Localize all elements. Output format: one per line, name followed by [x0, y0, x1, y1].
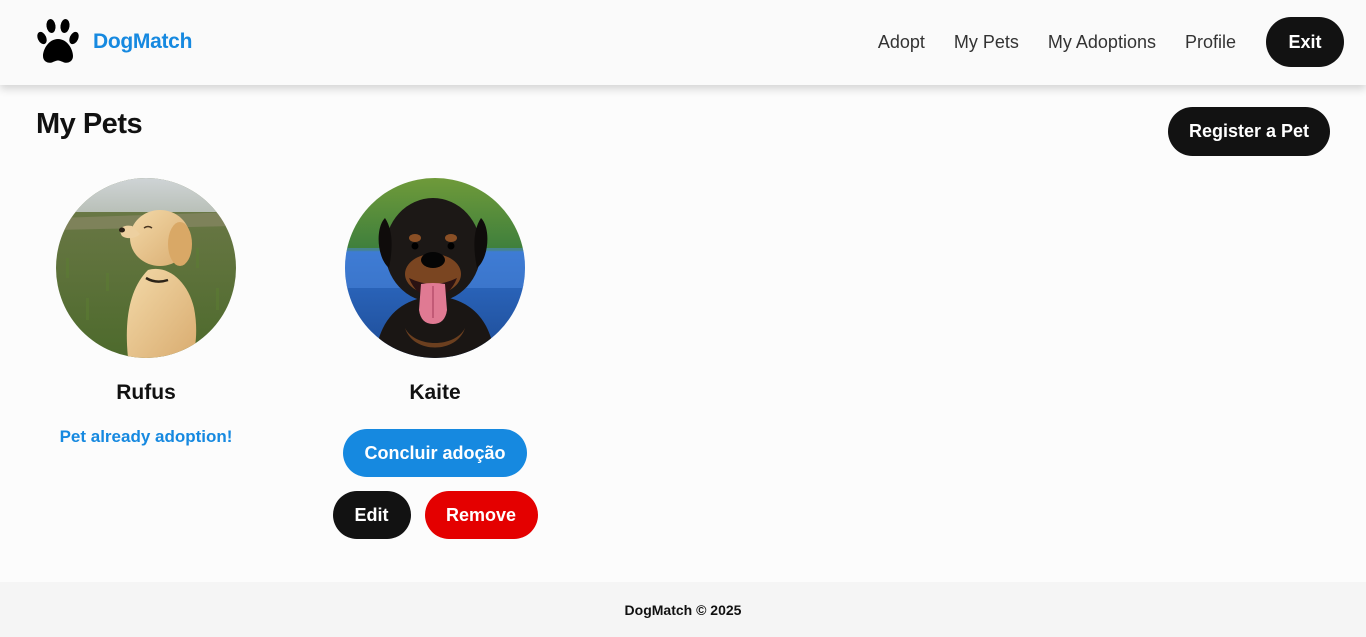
nav-link-my-pets[interactable]: My Pets	[954, 17, 1019, 67]
nav-link-my-adoptions[interactable]: My Adoptions	[1048, 17, 1156, 67]
pet-card-rufus: Rufus Pet already adoption!	[26, 178, 266, 447]
footer: DogMatch © 2025	[0, 582, 1366, 637]
footer-copyright: DogMatch © 2025	[624, 602, 742, 618]
conclude-adoption-button[interactable]: Concluir adoção	[343, 429, 527, 477]
edit-pet-button[interactable]: Edit	[332, 491, 411, 539]
pet-actions: Edit Remove	[315, 491, 555, 539]
adopted-status: Pet already adoption!	[59, 427, 233, 446]
nav-link-adopt[interactable]: Adopt	[878, 17, 925, 67]
pet-name: Kaite	[409, 381, 461, 404]
nav-link-profile[interactable]: Profile	[1185, 17, 1236, 67]
pet-photo-kaite	[345, 178, 525, 358]
remove-pet-button[interactable]: Remove	[424, 491, 538, 539]
exit-button[interactable]: Exit	[1266, 17, 1344, 67]
pet-name: Rufus	[116, 381, 176, 404]
pet-photo-rufus	[56, 178, 236, 358]
top-navbar: DogMatch Adopt My Pets My Adoptions Prof…	[0, 0, 1366, 85]
main-nav: Adopt My Pets My Adoptions Profile Exit	[878, 17, 1344, 67]
home-logo-link[interactable]: DogMatch	[36, 18, 192, 65]
register-pet-button[interactable]: Register a Pet	[1168, 107, 1330, 156]
pet-card-kaite: Kaite Concluir adoção Edit Remove	[315, 178, 555, 539]
paw-icon	[37, 19, 79, 63]
brand-name: DogMatch	[93, 29, 193, 53]
page-title: My Pets	[36, 108, 143, 140]
